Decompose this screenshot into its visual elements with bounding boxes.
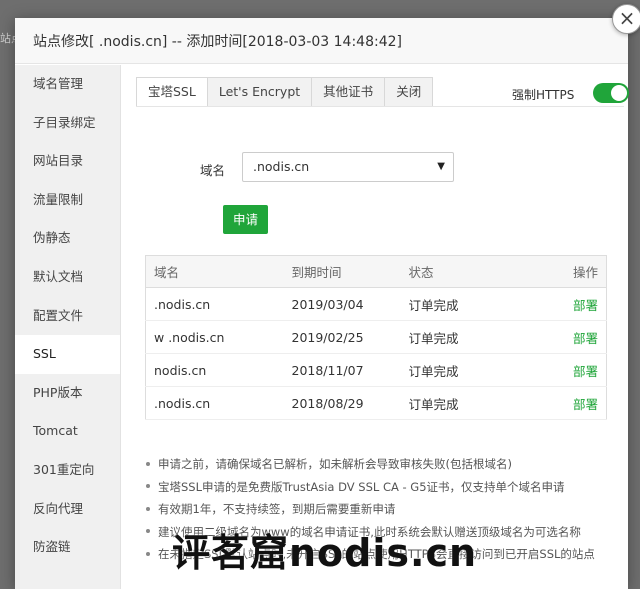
site-edit-dialog: 站点修改[ .nodis.cn] -- 添加时间[2018-03-03 14:4… [15,4,640,589]
tab-close[interactable]: 关闭 [385,77,434,107]
sidebar-item-domain[interactable]: 域名管理 [15,65,120,104]
caret-down-icon: ▼ [437,161,445,172]
tabs-divider [136,106,624,107]
bullet-icon [146,529,150,534]
bullet-icon [146,506,150,511]
deploy-link[interactable]: 部署 [540,287,607,321]
sidebar-item-redirect[interactable]: 301重定向 [15,451,120,490]
note-item: 有效期1年，不支持续签，到期后需要重新申请 [146,498,616,521]
column-header-status: 状态 [400,255,541,288]
toggle-knob [611,85,627,101]
table-row: w .nodis.cn 2019/02/25 订单完成 部署 [145,320,607,354]
cert-expire: 2019/03/04 [283,287,401,321]
watermark-text: 评茗窟nodis.cn [172,531,478,575]
sidebar-item-hotlink[interactable]: 防盗链 [15,528,120,567]
note-item: 宝塔SSL申请的是免费版TrustAsia DV SSL CA - G5证书，仅… [146,476,616,499]
cert-status: 订单完成 [400,287,541,321]
deploy-link[interactable]: 部署 [540,320,607,354]
deploy-link[interactable]: 部署 [540,386,607,420]
ssl-tabs: 宝塔SSL Let's Encrypt 其他证书 关闭 [136,77,434,107]
cert-expire: 2018/08/29 [283,386,401,420]
domain-label: 域名 [200,163,226,178]
cert-domain: nodis.cn [145,353,284,387]
domain-select-value: .nodis.cn [253,159,310,174]
certificate-table: 域名 到期时间 状态 操作 .nodis.cn 2019/03/04 订单完成 … [145,255,607,420]
cert-domain: .nodis.cn [145,287,284,321]
ssl-panel: 宝塔SSL Let's Encrypt 其他证书 关闭 强制HTTPS 域名 .… [136,65,629,589]
sidebar-item-tomcat[interactable]: Tomcat [15,412,120,451]
table-row: .nodis.cn 2019/03/04 订单完成 部署 [145,287,607,321]
sidebar-item-default-doc[interactable]: 默认文档 [15,258,120,297]
force-https-toggle[interactable] [593,83,629,103]
table-row: nodis.cn 2018/11/07 订单完成 部署 [145,353,607,387]
sidebar-item-php[interactable]: PHP版本 [15,374,120,413]
apply-button[interactable]: 申请 [223,205,268,234]
tab-other-cert[interactable]: 其他证书 [312,77,386,107]
cert-expire: 2019/02/25 [283,320,401,354]
column-header-ops: 操作 [540,255,607,288]
bullet-icon [146,551,150,556]
bullet-icon [146,484,150,489]
cert-domain: .nodis.cn [145,386,284,420]
table-row: .nodis.cn 2018/08/29 订单完成 部署 [145,386,607,420]
note-item: 申请之前，请确保域名已解析，如未解析会导致审核失败(包括根域名) [146,453,616,476]
table-header-row: 域名 到期时间 状态 操作 [145,255,607,288]
sidebar-item-subdir[interactable]: 子目录绑定 [15,104,120,143]
sidebar-item-config[interactable]: 配置文件 [15,297,120,336]
sidebar-item-rewrite[interactable]: 伪静态 [15,219,120,258]
sidebar-item-site-dir[interactable]: 网站目录 [15,142,120,181]
bullet-icon [146,461,150,466]
tab-bt-ssl[interactable]: 宝塔SSL [136,77,208,107]
sidebar-item-traffic[interactable]: 流量限制 [15,181,120,220]
dialog-title: 站点修改[ .nodis.cn] -- 添加时间[2018-03-03 14:4… [33,33,402,50]
sidebar-item-ssl[interactable]: SSL [15,335,120,374]
cert-expire: 2018/11/07 [283,353,401,387]
close-icon[interactable]: × [612,4,640,34]
cert-status: 订单完成 [400,353,541,387]
sidebar-item-proxy[interactable]: 反向代理 [15,490,120,529]
column-header-domain: 域名 [145,255,284,288]
force-https-label: 强制HTTPS [512,88,575,102]
dialog-header: 站点修改[ .nodis.cn] -- 添加时间[2018-03-03 14:4… [15,18,628,64]
cert-status: 订单完成 [400,386,541,420]
tab-lets-encrypt[interactable]: Let's Encrypt [207,77,313,107]
deploy-link[interactable]: 部署 [540,353,607,387]
domain-select[interactable]: .nodis.cn ▼ [242,152,454,182]
cert-status: 订单完成 [400,320,541,354]
cert-domain: w .nodis.cn [145,320,284,354]
column-header-expire: 到期时间 [283,255,401,288]
settings-sidebar: 域名管理 子目录绑定 网站目录 流量限制 伪静态 默认文档 配置文件 SSL P… [15,65,121,589]
